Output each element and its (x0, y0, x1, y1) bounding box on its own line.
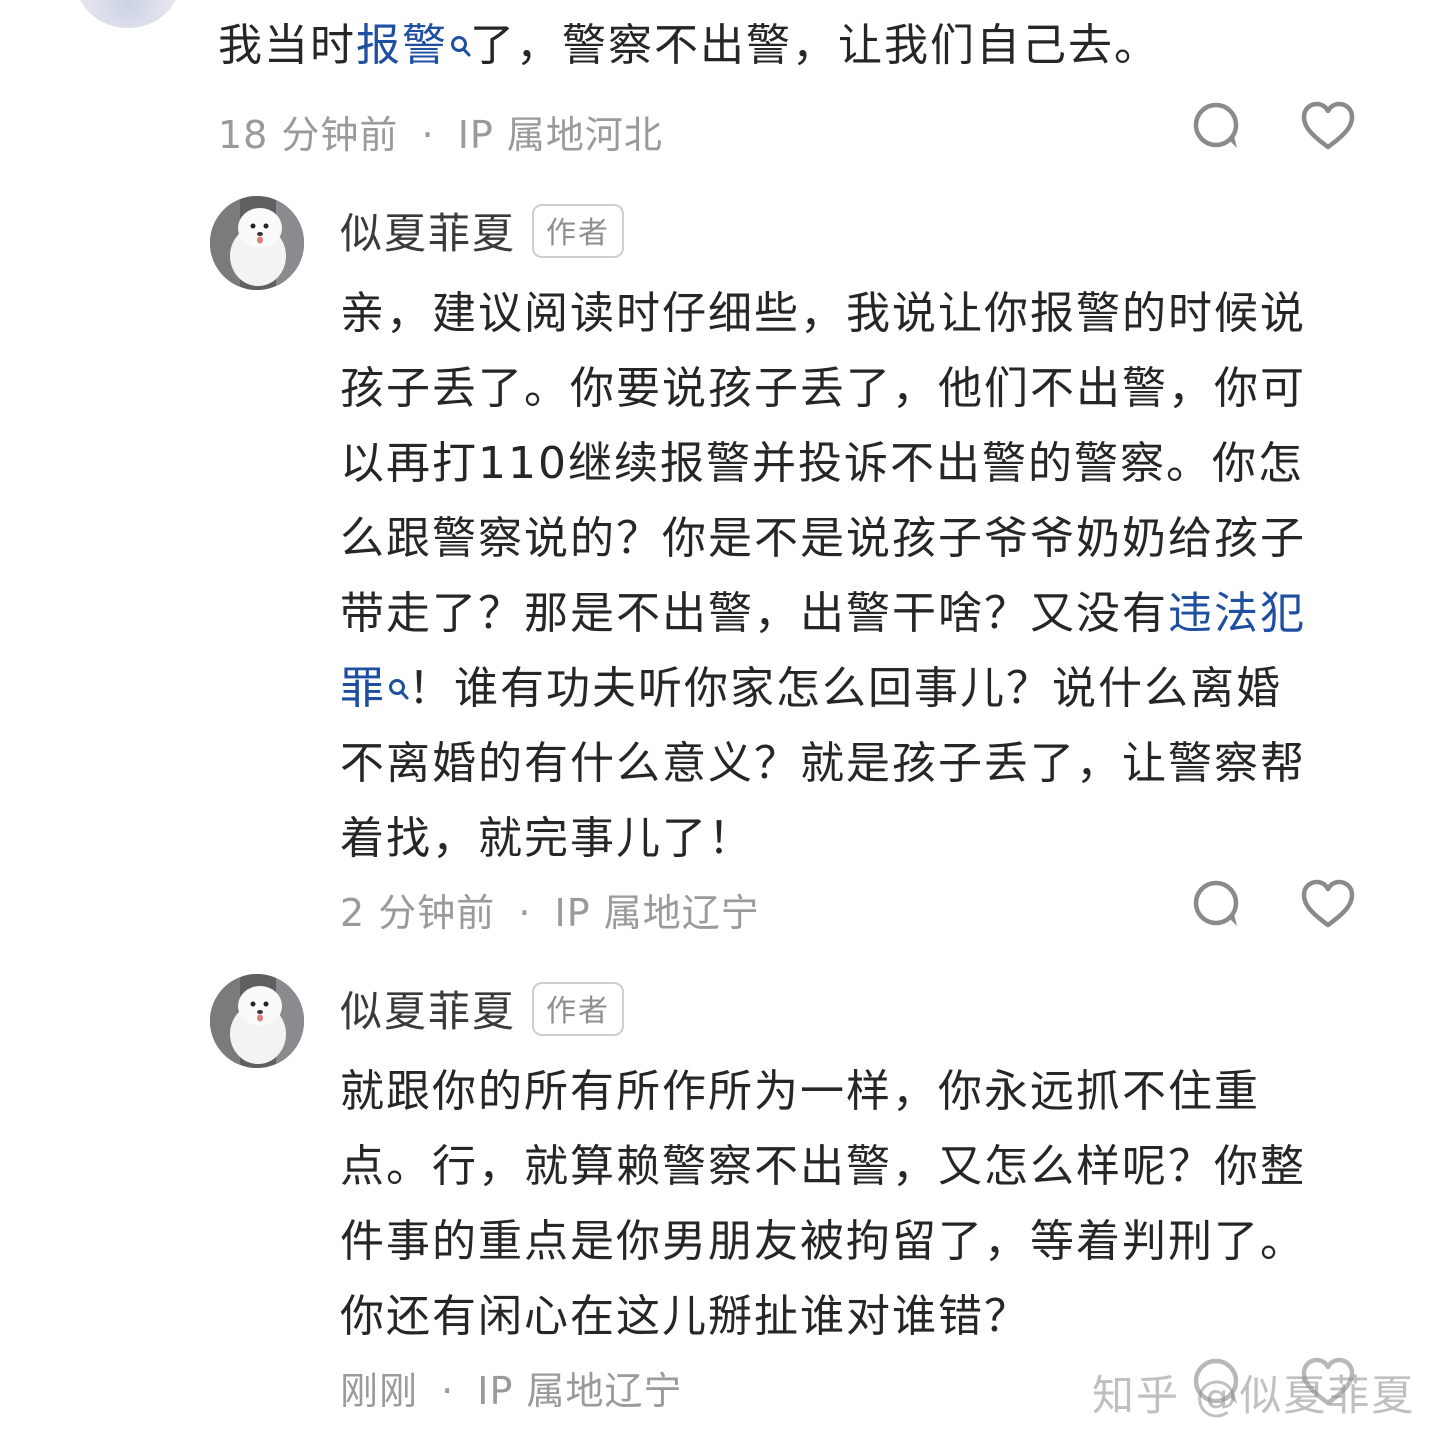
comment-bubble-icon (1193, 102, 1239, 148)
ip-location: IP 属地辽宁 (554, 891, 760, 935)
reply-meta: 刚刚 · IP 属地辽宁 (340, 1360, 683, 1415)
reply-meta: 2 分钟前 · IP 属地辽宁 (340, 882, 760, 937)
watermark: 知乎 @似夏菲夏 (1092, 1371, 1416, 1420)
comment-time: 18 分钟前 (218, 113, 399, 157)
keyword-link-label: 报警 (356, 20, 448, 71)
reply-line: 带走了？那是不出警，出警干啥？又没有违法犯 (340, 576, 1306, 651)
reply-line: 亲，建议阅读时仔细些，我说让你报警的时候说 (340, 288, 1306, 339)
author-name[interactable]: 似夏菲夏 (340, 200, 516, 261)
comment-bubble-icon (1193, 880, 1239, 926)
comment-time: 刚刚 (340, 1369, 419, 1413)
author-avatar[interactable] (210, 196, 304, 290)
like-button[interactable] (1300, 100, 1355, 154)
meta-separator: · (441, 1369, 455, 1413)
search-icon (450, 8, 471, 57)
reply-line: 不离婚的有什么意义？就是孩子丢了，让警察帮 (340, 738, 1306, 789)
reply-header: 似夏菲夏 作者 (340, 200, 625, 261)
comment-text-part: 了，警察不出警，让我们自己去。 (470, 20, 1160, 71)
reply-line: 点。行，就算赖警察不出警，又怎么样呢？你整 (340, 1141, 1306, 1192)
reply-line: 件事的重点是你男朋友被拘留了，等着判刑了。 (340, 1216, 1306, 1267)
like-button[interactable] (1300, 878, 1355, 932)
author-avatar[interactable] (210, 974, 304, 1068)
heart-icon (1301, 101, 1355, 150)
reply-button[interactable] (1190, 100, 1244, 154)
author-badge: 作者 (532, 981, 625, 1036)
ip-location: IP 属地辽宁 (477, 1369, 683, 1413)
comment-text-part: 我当时 (218, 20, 356, 71)
author-badge: 作者 (532, 203, 625, 258)
meta-separator: · (421, 113, 435, 157)
reply-text: 亲，建议阅读时仔细些，我说让你报警的时候说 孩子丢了。你要说孩子丢了，他们不出警… (340, 276, 1306, 876)
comment-time: 2 分钟前 (340, 891, 496, 935)
author-name[interactable]: 似夏菲夏 (340, 978, 516, 1039)
meta-separator: · (518, 891, 532, 935)
keyword-link[interactable]: 罪 (340, 663, 409, 714)
reply-line: 孩子丢了。你要说孩子丢了，他们不出警，你可 (340, 363, 1306, 414)
reply-line: 么跟警察说的？你是不是说孩子爷爷奶奶给孩子 (340, 513, 1306, 564)
reply-line: 着找，就完事儿了！ (340, 813, 754, 864)
reply-text-part: 带走了？那是不出警，出警干啥？又没有 (340, 588, 1168, 639)
keyword-link[interactable]: 报警 (356, 20, 471, 71)
keyword-link-label: 罪 (340, 663, 386, 714)
heart-icon (1301, 879, 1355, 928)
reply-button[interactable] (1190, 878, 1244, 932)
keyword-link[interactable]: 违法犯 (1168, 588, 1306, 639)
reply-text-part: ！谁有功夫听你家怎么回事儿？说什么离婚 (408, 663, 1282, 714)
search-icon (388, 651, 409, 700)
comment-text: 我当时报警 了，警察不出警，让我们自己去。 (218, 8, 1160, 83)
ip-location: IP 属地河北 (457, 113, 663, 157)
reply-line: 罪 ！谁有功夫听你家怎么回事儿？说什么离婚 (340, 651, 1306, 726)
reply-line: 你还有闲心在这儿掰扯谁对谁错？ (340, 1291, 1030, 1342)
reply-line: 以再打110继续报警并投诉不出警的警察。你怎 (340, 438, 1304, 489)
comment-meta: 18 分钟前 · IP 属地河北 (218, 104, 663, 159)
reply-line: 就跟你的所有所作所为一样，你永远抓不住重 (340, 1066, 1260, 1117)
reply-header: 似夏菲夏 作者 (340, 978, 625, 1039)
reply-text: 就跟你的所有所作所为一样，你永远抓不住重 点。行，就算赖警察不出警，又怎么样呢？… (340, 1054, 1306, 1354)
commenter-avatar[interactable] (76, 0, 180, 28)
